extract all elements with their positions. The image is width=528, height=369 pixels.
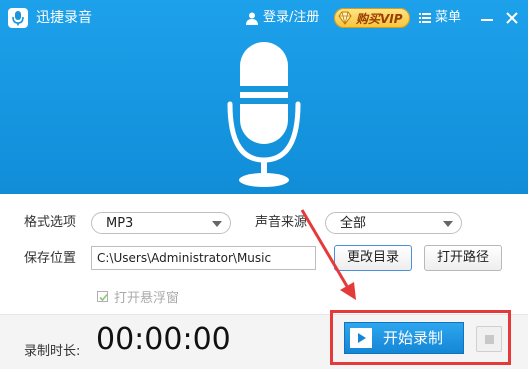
buy-vip-button[interactable]: 购买VIP [334,8,410,28]
save-location-label: 保存位置 [24,251,77,266]
title-bar: 迅捷录音 登录/注册 购买VIP 菜单 [0,0,528,36]
close-icon[interactable] [503,9,521,27]
recorder-window: 迅捷录音 登录/注册 购买VIP 菜单 格式选项 MP3 声音来源 全部 保存位… [0,0,528,369]
format-select-value: MP3 [106,216,134,231]
source-select[interactable]: 全部 [325,212,462,234]
play-icon [350,328,372,348]
menu-label: 菜单 [435,10,462,25]
buy-vip-label: 购买VIP [356,11,403,26]
vip-diamond-icon [338,11,352,25]
login-register-link[interactable]: 登录/注册 [246,10,319,26]
open-path-button[interactable]: 打开路径 [424,245,502,271]
app-mic-icon [8,8,28,28]
login-register-label: 登录/注册 [263,10,320,25]
microphone-illustration [227,42,301,187]
checkbox-box [97,291,108,302]
stop-button[interactable] [476,326,502,352]
source-select-value: 全部 [340,216,367,231]
chevron-down-icon [212,221,222,227]
start-recording-label: 开始录制 [383,329,444,347]
menu-icon [419,13,431,23]
source-label: 声音来源 [255,215,308,230]
check-icon [99,293,108,302]
format-select[interactable]: MP3 [91,212,231,234]
app-title: 迅捷录音 [36,10,92,26]
user-icon [246,12,258,25]
header-banner: 迅捷录音 登录/注册 购买VIP 菜单 [0,0,528,194]
chevron-down-icon [443,221,453,227]
start-recording-button[interactable]: 开始录制 [344,322,464,354]
float-window-label: 打开悬浮窗 [114,291,180,306]
save-path-field[interactable]: C:\Users\Administrator\Music [91,246,316,270]
main-menu-button[interactable]: 菜单 [419,10,461,26]
minimize-icon[interactable] [478,9,496,27]
change-directory-button[interactable]: 更改目录 [334,245,412,271]
format-label: 格式选项 [24,215,77,230]
duration-label: 录制时长: [24,344,81,359]
float-window-checkbox[interactable]: 打开悬浮窗 [91,287,179,306]
duration-timer: 00:00:00 [96,322,231,357]
